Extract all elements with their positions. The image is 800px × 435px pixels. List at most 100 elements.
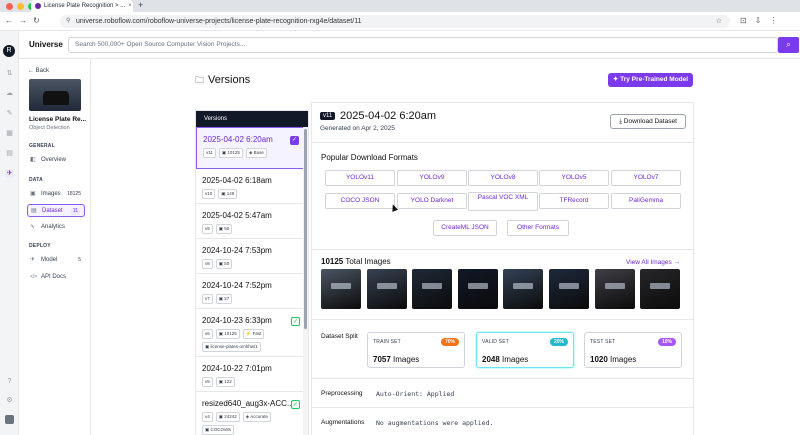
dataset-image-thumbnail[interactable] <box>412 269 453 309</box>
version-item[interactable]: resized640_aug3x-ACC... v4 ▣ 24242 ◈ Accura… <box>196 392 304 435</box>
transform-icon[interactable]: ⇅ <box>5 69 14 78</box>
settings-icon[interactable]: ⚙ <box>5 396 14 405</box>
dataset-image-thumbnail[interactable] <box>503 269 544 309</box>
dataset-image-thumbnail[interactable] <box>366 269 407 309</box>
new-tab-button[interactable]: + <box>138 0 143 11</box>
split-card: VALID SET 20% 2048 Images <box>476 332 574 368</box>
search-input[interactable]: Search 500,000+ Open Source Computer Vis… <box>68 37 778 53</box>
version-date: 2025-04-02 5:47am <box>202 211 272 220</box>
overview-icon: ◧ <box>30 157 36 163</box>
sidebar-item-api-docs[interactable]: </> API Docs <box>27 271 85 284</box>
browser-tab[interactable]: License Plate Recognition > ... × <box>31 0 133 12</box>
page-title-text: Versions <box>208 74 251 86</box>
bookmark-star-icon[interactable]: ☆ <box>716 15 722 28</box>
version-detail-panel: v11 2025-04-02 6:20am Generated on Apr 2… <box>311 102 694 435</box>
minimize-window-button[interactable] <box>17 3 24 10</box>
forward-arrow-icon[interactable]: → <box>19 16 27 25</box>
dataset-image-thumbnail[interactable] <box>549 269 589 309</box>
brand-label[interactable]: Universe <box>29 40 63 49</box>
dataset-image-thumbnail[interactable] <box>594 269 635 309</box>
version-item[interactable]: 2025-04-02 5:47am v9 ▣ 50 <box>196 204 304 239</box>
downloads-icon[interactable]: ⇩ <box>755 16 762 25</box>
version-tag: ▣ license-plates-omhhw/1 <box>202 342 261 352</box>
dataset-icon[interactable]: ▦ <box>5 129 14 138</box>
help-icon[interactable]: ? <box>5 378 14 387</box>
code-icon: </> <box>30 274 38 280</box>
format-button[interactable]: CreateML JSON <box>433 220 497 236</box>
version-item[interactable]: 2024-10-24 7:53pm v8 ▣ 50 <box>196 239 304 274</box>
divider <box>312 378 693 379</box>
format-button[interactable]: YOLOv9 <box>397 170 467 186</box>
car-image <box>43 91 69 105</box>
back-arrow-icon[interactable]: ← <box>5 16 13 25</box>
extensions-icon[interactable]: ⊡ <box>740 16 747 25</box>
sidebar-item-overview[interactable]: ◧ Overview <box>27 154 85 167</box>
version-tags: v9 ▣ 50 <box>202 224 304 234</box>
user-avatar[interactable] <box>5 415 14 424</box>
version-tag: v8 <box>202 259 213 269</box>
version-tag: ⚡ Fast <box>242 329 265 339</box>
universe-icon[interactable]: ✈ <box>5 169 14 178</box>
augmentations-label: Augmentations <box>321 419 365 426</box>
format-button[interactable]: Other Formats <box>507 220 569 236</box>
download-dataset-button[interactable]: ⤓ Download Dataset <box>610 114 686 129</box>
format-button[interactable]: YOLOv11 <box>325 170 395 186</box>
format-button[interactable]: YOLOv8 <box>468 170 538 186</box>
upload-icon[interactable]: ☁ <box>5 89 14 98</box>
version-tags: v11 ▣ 10125 ◈ Base <box>203 148 303 158</box>
versions-scrollbar[interactable] <box>303 127 308 435</box>
sidebar-item-dataset[interactable]: ▤ Dataset 11 <box>27 204 85 217</box>
dataset-image-thumbnail[interactable] <box>321 269 361 309</box>
dataset-count: 11 <box>70 208 80 215</box>
format-button[interactable]: PaliGemma <box>611 193 681 209</box>
close-tab-icon[interactable]: × <box>128 3 132 9</box>
format-button[interactable]: YOLOv5 <box>539 170 609 186</box>
split-card: TEST SET 10% 1020 Images <box>584 332 682 368</box>
address-bar-row: ← → ↻ ⚲ universe.roboflow.com/roboflow-u… <box>0 12 800 31</box>
format-button[interactable]: YOLOv7 <box>611 170 681 186</box>
sidebar-item-model[interactable]: ✈ Model 5 <box>27 254 85 267</box>
sidebar-item-analytics[interactable]: ∿ Analytics <box>27 221 85 234</box>
version-tag: ▣ 149 <box>218 189 238 199</box>
project-thumbnail[interactable] <box>29 79 81 111</box>
browser-menu-icon[interactable]: ⋮ <box>769 16 777 25</box>
version-title: 2025-04-02 6:20am <box>340 110 437 122</box>
back-link[interactable]: ← Back <box>28 68 49 74</box>
version-tag: ◈ Base <box>245 148 267 158</box>
version-item[interactable]: 2024-10-23 6:33pm v6 ▣ 10125 ⚡ Fast ▣ licens… <box>196 309 304 357</box>
sidebar-item-images[interactable]: ▣ Images 18125 <box>27 188 85 201</box>
split-card: TRAIN SET 70% 7057 Images <box>367 332 465 368</box>
dataset-split-label: Dataset Split <box>321 333 358 340</box>
analytics-icon: ∿ <box>30 224 36 230</box>
models-icon[interactable]: ▤ <box>5 149 14 158</box>
app-rail: R ⇅ ☁ ✎ ▦ ▤ ✈ ? ⚙ <box>0 31 19 435</box>
split-count-unit: Images <box>610 355 637 364</box>
reload-icon[interactable]: ↻ <box>33 16 40 25</box>
license-plate-image <box>650 283 671 289</box>
dataset-image-thumbnail[interactable] <box>640 269 681 309</box>
version-item[interactable]: 2024-10-24 7:52pm v7 ▣ 27 <box>196 274 304 309</box>
view-all-images-link[interactable]: View All Images → <box>626 259 680 266</box>
tab-title: License Plate Recognition > ... <box>44 3 126 9</box>
version-item[interactable]: 2024-10-22 7:01pm v5 ▣ 122 <box>196 357 304 392</box>
format-button[interactable]: YOLO Darknet <box>397 193 467 209</box>
version-item[interactable]: 2025-04-02 6:18am v10 ▣ 149 <box>196 169 304 204</box>
site-info-icon[interactable]: ⚲ <box>66 15 70 28</box>
scrollbar-thumb[interactable] <box>304 129 307 329</box>
try-pretrained-model-button[interactable]: ✦ Try Pre-Trained Model <box>608 73 693 87</box>
roboflow-logo-icon[interactable]: R <box>3 45 15 57</box>
dataset-icon: ▤ <box>31 208 37 214</box>
close-window-button[interactable] <box>6 3 13 10</box>
format-button[interactable]: TFRecord <box>539 193 609 209</box>
browser-tab-strip: License Plate Recognition > ... × + <box>0 0 800 12</box>
dataset-image-thumbnail[interactable] <box>457 269 498 309</box>
url-field[interactable]: ⚲ universe.roboflow.com/roboflow-univers… <box>60 15 730 28</box>
model-icon: ✈ <box>30 257 36 263</box>
universe-header: Universe Search 500,000+ Open Source Com… <box>19 31 800 59</box>
version-item[interactable]: 2025-04-02 6:20am v11 ▣ 10125 ◈ Base ✓ <box>196 127 304 169</box>
annotate-icon[interactable]: ✎ <box>5 109 14 118</box>
search-button[interactable]: ⌕ <box>778 37 799 53</box>
format-button[interactable]: Pascal VOC XML <box>468 192 538 211</box>
split-count-value: 1020 <box>590 355 608 364</box>
format-button[interactable]: COCO JSON <box>325 193 395 209</box>
